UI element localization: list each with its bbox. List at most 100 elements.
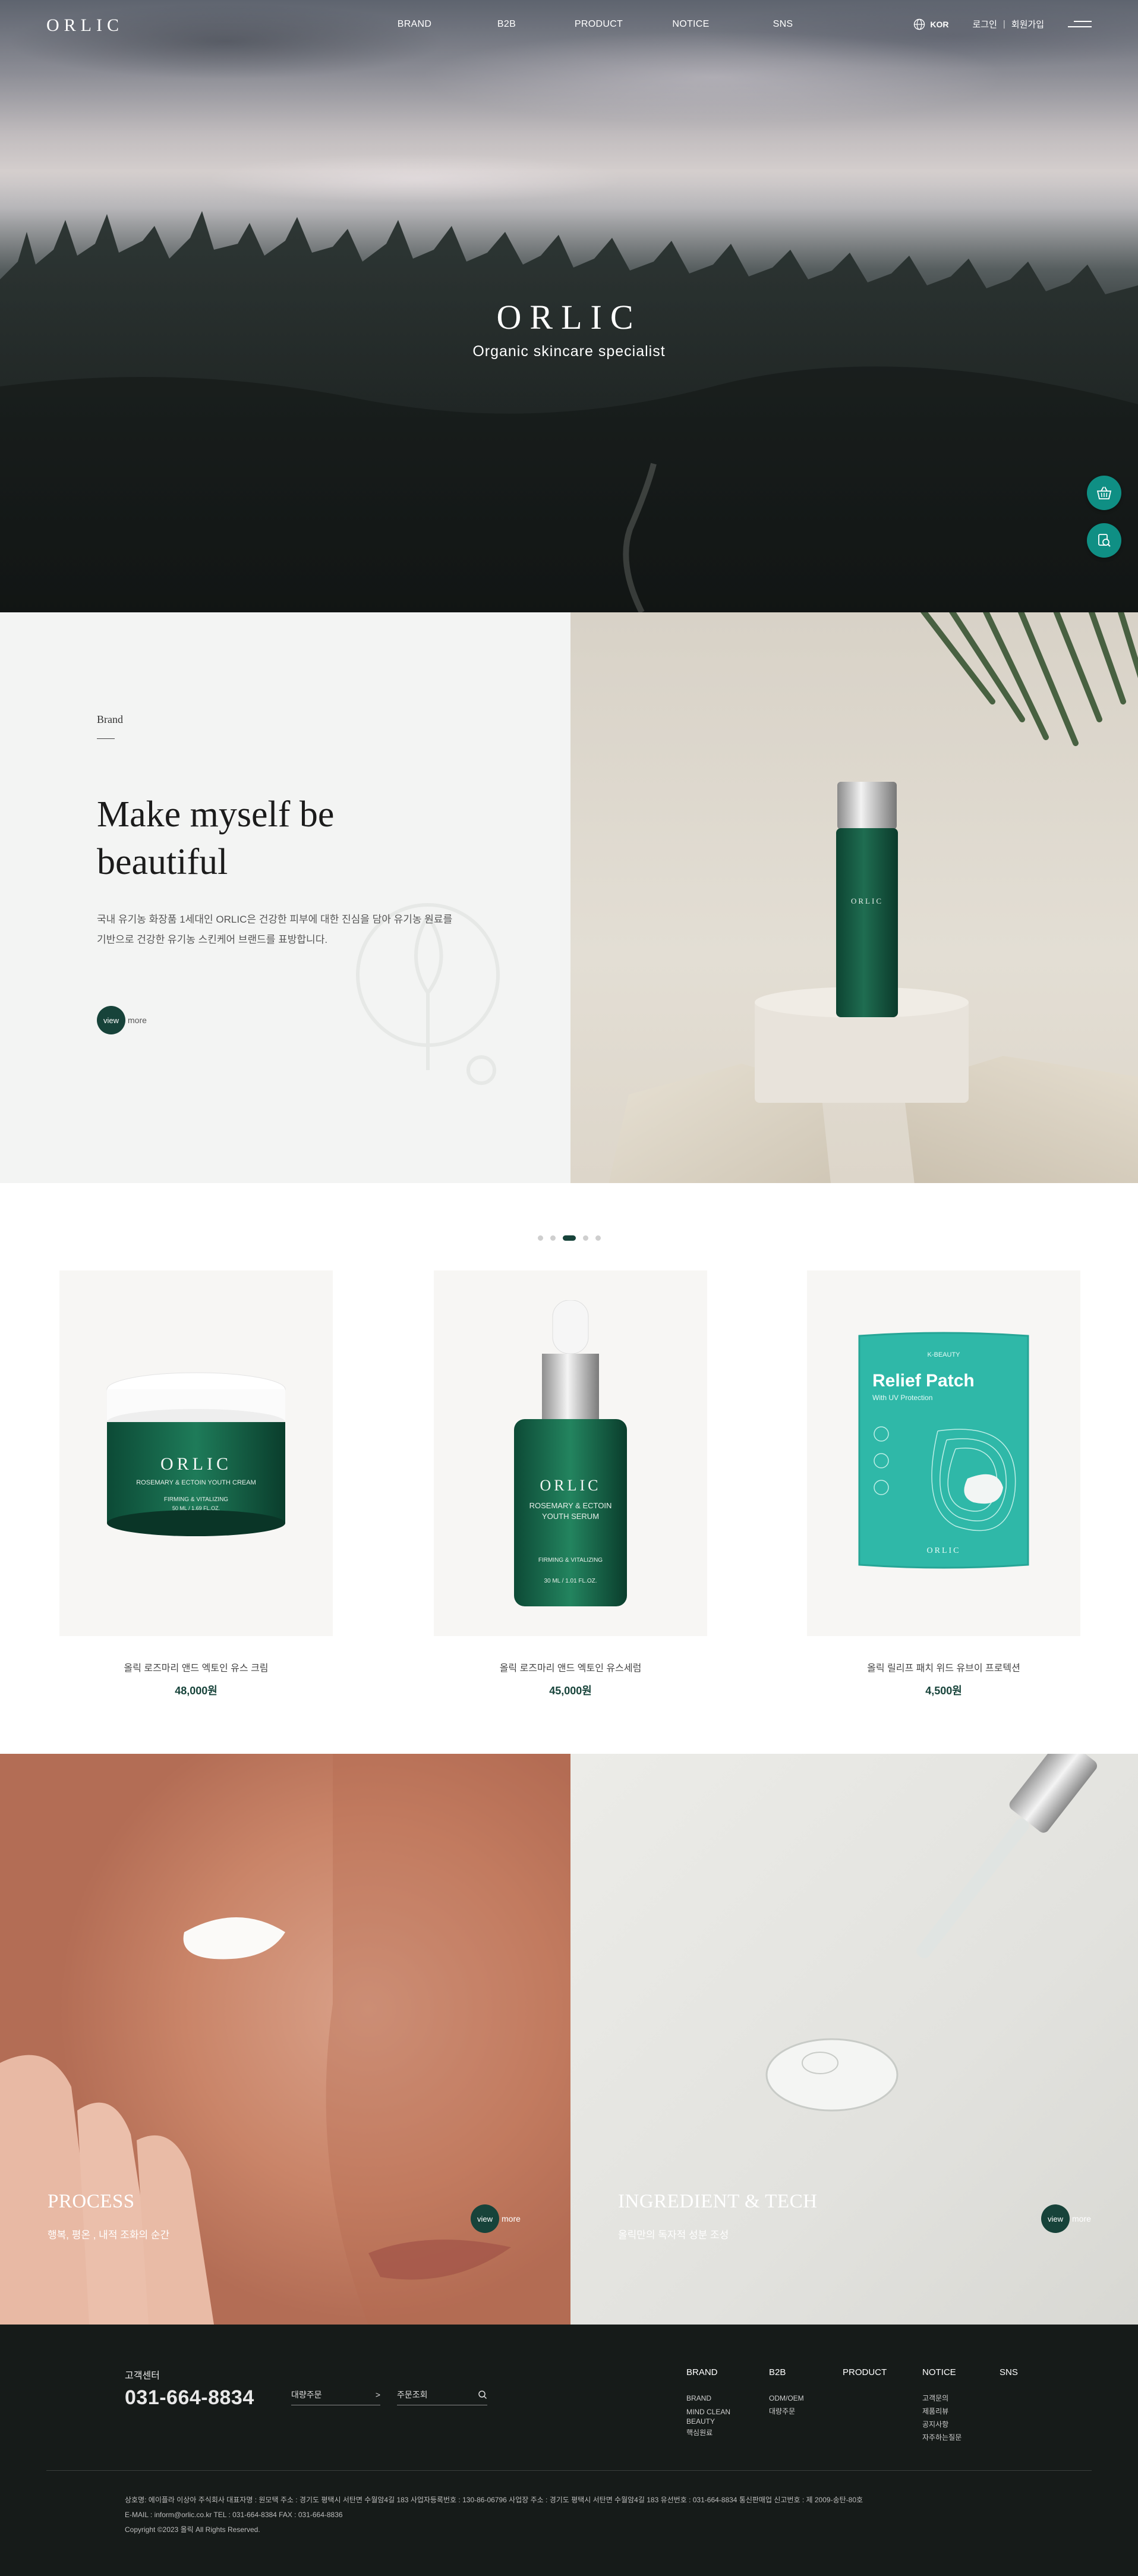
product-image-serum[interactable]: ORLIC ROSEMARY & ECTOIN YOUTH SERUM FIRM… [434, 1270, 707, 1636]
footer-menu-b2b: B2B ODM/OEM 대량주문 [769, 2367, 825, 2418]
footer-menu-brand: BRAND BRAND MIND CLEAN BEAUTY 핵심원료 [686, 2367, 743, 2439]
login-link[interactable]: 로그인 [972, 18, 997, 30]
product-slider-section: ORLIC ROSEMARY & ECTOIN YOUTH CREAM FIRM… [0, 1183, 1138, 1754]
nav-brand[interactable]: BRAND [368, 19, 461, 30]
footer-menu-title[interactable]: BRAND [686, 2367, 743, 2377]
product-name[interactable]: 올릭 로즈마리 앤드 엑토인 유스세럼 [434, 1660, 707, 1674]
product-card-patch[interactable]: K-BEAUTY Relief Patch With UV Protection… [807, 1270, 1080, 1698]
footer-link[interactable]: BRAND [686, 2392, 743, 2405]
footer-menu-title[interactable]: B2B [769, 2367, 825, 2377]
footer-link[interactable]: 핵심원료 [686, 2426, 743, 2439]
basket-icon [1096, 486, 1112, 499]
product-price: 48,000원 [175, 1685, 217, 1697]
nav-product[interactable]: PRODUCT [553, 19, 645, 30]
brand-desc-line2: 기반으로 건강한 유기농 스킨케어 브랜드를 표방합니다. [97, 934, 328, 945]
brand-label: Brand [97, 713, 123, 725]
footer-link[interactable]: 자주하는질문 [922, 2431, 979, 2444]
footer-menu-product: PRODUCT [843, 2367, 887, 2377]
brand-heading: Make myself be beautiful [97, 791, 334, 886]
product-price: 45,000원 [549, 1685, 592, 1697]
ingredient-subtitle: 올릭만의 독자적 성분 조성 [618, 2229, 729, 2241]
nav-sns[interactable]: SNS [737, 19, 829, 30]
footer-link[interactable]: 공지사항 [922, 2418, 979, 2431]
slider-dot-5[interactable] [595, 1235, 601, 1241]
ingredient-view-more-button[interactable]: view more [1041, 2204, 1091, 2233]
slider-dot-2[interactable] [550, 1235, 556, 1241]
process-title: PROCESS [48, 2191, 135, 2212]
language-selector[interactable]: KOR [913, 18, 948, 30]
site-header: ORLIC BRAND B2B PRODUCT NOTICE SNS KOR 로… [0, 0, 1138, 52]
site-footer: 고객센터 031-664-8834 대량주문 > 주문조회 BRAND BRAN… [0, 2325, 1138, 2576]
svg-text:With UV Protection: With UV Protection [872, 1394, 932, 1402]
footer-menu-title[interactable]: NOTICE [922, 2367, 979, 2377]
order-lookup-field[interactable]: 주문조회 [397, 2384, 487, 2405]
footer-menu-notice: NOTICE 고객문의 제품리뷰 공지사항 자주하는질문 [922, 2367, 979, 2444]
palm-leaf-icon [920, 612, 1138, 746]
product-image-cream[interactable]: ORLIC ROSEMARY & ECTOIN YOUTH CREAM FIRM… [59, 1270, 333, 1636]
svg-text:FIRMING & VITALIZING: FIRMING & VITALIZING [164, 1496, 228, 1503]
site-logo[interactable]: ORLIC [46, 15, 124, 36]
svg-text:ORLIC: ORLIC [540, 1477, 601, 1494]
bulk-order-label: 대량주문 [291, 2389, 322, 2399]
brand-heading-line1: Make myself be [97, 794, 335, 835]
process-subtitle: 행복, 평온 , 내적 조화의 순간 [48, 2229, 170, 2241]
svg-text:ROSEMARY & ECTOIN YOUTH CREAM: ROSEMARY & ECTOIN YOUTH CREAM [136, 1479, 256, 1486]
customer-center-phone[interactable]: 031-664-8834 [125, 2386, 254, 2410]
hero-title: ORLIC [496, 298, 642, 336]
nav-b2b[interactable]: B2B [461, 19, 553, 30]
cream-jar-image: ORLIC ROSEMARY & ECTOIN YOUTH CREAM FIRM… [106, 1372, 286, 1536]
brand-product-image: ORLIC [570, 612, 1138, 1183]
svg-text:ORLIC: ORLIC [160, 1454, 232, 1474]
brand-section: Brand Make myself be beautiful 국내 유기농 화장… [0, 612, 1138, 1183]
hamburger-menu-icon[interactable] [1068, 20, 1092, 29]
footer-link[interactable]: 제품리뷰 [922, 2405, 979, 2418]
brand-view-more-button[interactable]: view more [97, 1006, 147, 1034]
brand-heading-line2: beautiful [97, 842, 228, 882]
quick-cart-button[interactable] [1087, 476, 1121, 510]
footer-link[interactable]: MIND CLEAN BEAUTY [686, 2407, 743, 2426]
svg-text:FIRMING & VITALIZING: FIRMING & VITALIZING [538, 1557, 603, 1564]
process-view-more-button[interactable]: view more [471, 2204, 521, 2233]
product-image-patch[interactable]: K-BEAUTY Relief Patch With UV Protection… [807, 1270, 1080, 1636]
ingredient-title: INGREDIENT & TECH [618, 2191, 818, 2212]
footer-divider [46, 2470, 1092, 2471]
slider-dot-1[interactable] [537, 1235, 543, 1241]
view-more-label: more [502, 2214, 521, 2223]
search-icon [478, 2390, 487, 2399]
svg-text:50 ML / 1.69 FL.OZ.: 50 ML / 1.69 FL.OZ. [172, 1505, 220, 1511]
svg-text:ROSEMARY & ECTOIN: ROSEMARY & ECTOIN [529, 1501, 612, 1510]
brand-divider [97, 738, 115, 739]
join-link[interactable]: 회원가입 [1011, 18, 1044, 30]
product-name[interactable]: 올릭 로즈마리 앤드 엑토인 유스 크림 [59, 1660, 333, 1674]
order-lookup-label: 주문조회 [397, 2389, 428, 2399]
footer-link[interactable]: 대량주문 [769, 2405, 825, 2418]
serum-bottle-image: ORLIC ROSEMARY & ECTOIN YOUTH SERUM FIRM… [514, 1300, 627, 1606]
search-doc-icon [1098, 534, 1111, 547]
company-info-line2: E-MAIL : inform@orlic.co.kr TEL : 031-66… [125, 2511, 343, 2519]
footer-link[interactable]: ODM/OEM [769, 2392, 825, 2405]
hero-copy: ORLIC Organic skincare specialist [0, 297, 1138, 360]
ingredient-tech-banner[interactable]: INGREDIENT & TECH 올릭만의 독자적 성분 조성 view mo… [570, 1754, 1138, 2325]
view-circle: view [1041, 2204, 1070, 2233]
svg-text:K-BEAUTY: K-BEAUTY [927, 1351, 960, 1358]
slider-dot-3-active[interactable] [562, 1235, 576, 1241]
nav-notice[interactable]: NOTICE [645, 19, 737, 30]
process-banner[interactable]: PROCESS 행복, 평온 , 내적 조화의 순간 view more [0, 1754, 570, 2325]
svg-text:YOUTH SERUM: YOUTH SERUM [542, 1512, 599, 1521]
product-price: 4,500원 [925, 1685, 962, 1697]
quick-order-search-button[interactable] [1087, 523, 1121, 558]
slider-dot-4[interactable] [582, 1235, 588, 1241]
relief-patch-image: K-BEAUTY Relief Patch With UV Protection… [858, 1332, 1029, 1569]
brand-desc-line1: 국내 유기농 화장품 1세대인 ORLIC은 건강한 피부에 대한 진심을 담아… [97, 914, 453, 925]
footer-menu-title[interactable]: SNS [1000, 2367, 1018, 2377]
hero-subtitle: Organic skincare specialist [472, 343, 666, 360]
globe-icon [914, 18, 925, 30]
product-card-serum[interactable]: ORLIC ROSEMARY & ECTOIN YOUTH SERUM FIRM… [434, 1270, 707, 1698]
footer-menu-title[interactable]: PRODUCT [843, 2367, 887, 2377]
product-name[interactable]: 올릭 릴리프 패치 위드 유브이 프로텍션 [807, 1660, 1080, 1674]
product-card-cream[interactable]: ORLIC ROSEMARY & ECTOIN YOUTH CREAM FIRM… [59, 1270, 333, 1698]
footer-link[interactable]: 고객문의 [922, 2392, 979, 2405]
view-circle: view [97, 1006, 125, 1034]
main-nav: BRAND B2B PRODUCT NOTICE SNS [368, 19, 829, 30]
bulk-order-link[interactable]: 대량주문 > [291, 2384, 380, 2405]
